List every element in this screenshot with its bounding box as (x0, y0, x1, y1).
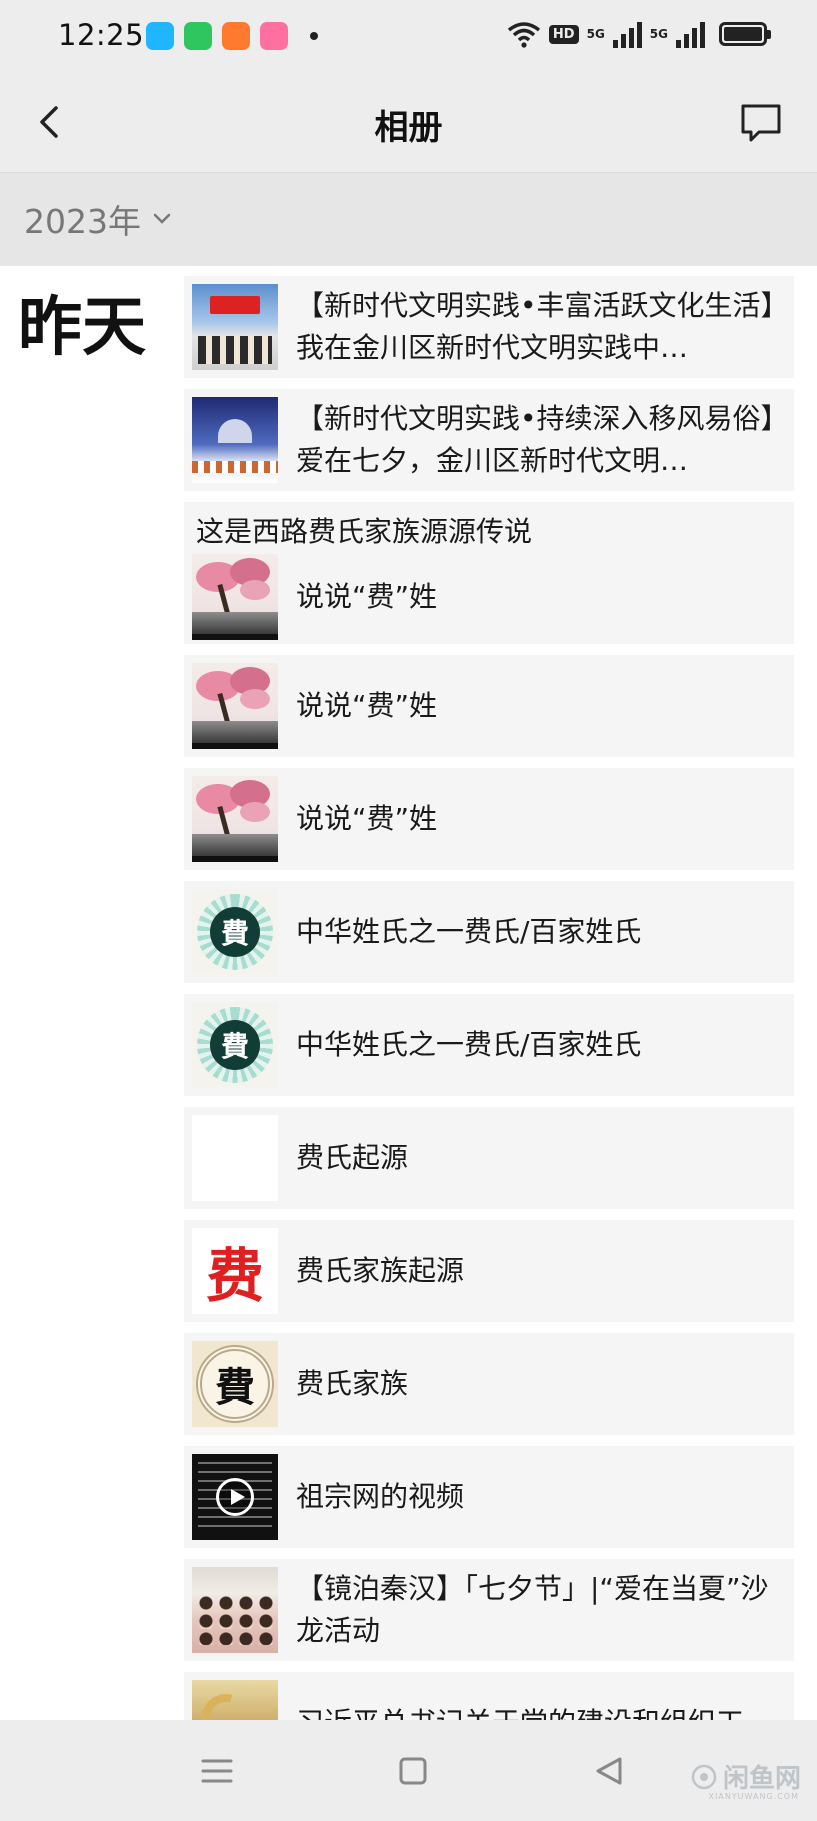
article-list: 【新时代文明实践•丰富活跃文化生活】我在金川区新时代文明实践中… 【新时代文明实… (184, 276, 794, 1720)
network-type-1: 5G (586, 27, 605, 41)
list-item[interactable]: 費 中华姓氏之一费氏/百家姓氏 (184, 881, 794, 983)
wifi-icon (507, 22, 541, 48)
message-button[interactable] (733, 94, 789, 150)
list-item[interactable]: 費 费氏家族 (184, 1333, 794, 1435)
article-thumbnail (192, 1567, 278, 1653)
article-title: 费氏家族 (296, 1367, 409, 1400)
video-thumbnail (192, 1454, 278, 1540)
chevron-down-icon (153, 213, 171, 224)
list-item[interactable]: 【新时代文明实践•丰富活跃文化生活】我在金川区新时代文明实践中… (184, 276, 794, 378)
qq-icon (146, 22, 174, 50)
article-title: 【新时代文明实践•丰富活跃文化生活】我在金川区新时代文明实践中… (296, 289, 775, 364)
article-title: 说说“费”姓 (296, 580, 438, 613)
article-thumbnail (192, 663, 278, 749)
list-item[interactable]: 说说“费”姓 (184, 768, 794, 870)
page-title: 相册 (374, 108, 443, 148)
album-list-area[interactable]: 昨天 【新时代文明实践•丰富活跃文化生活】我在金川区新时代文明实践中… 【新时代… (0, 266, 817, 1720)
triangle-back-icon (596, 1757, 622, 1785)
article-title: 说说“费”姓 (296, 689, 438, 722)
article-title: 【新时代文明实践•持续深入移风易俗】爱在七夕，金川区新时代文明… (296, 402, 775, 477)
status-bar: 12:25 HD 5G 5G (0, 0, 817, 72)
article-title: 费氏家族起源 (296, 1254, 465, 1287)
recent-apps-button[interactable] (192, 1746, 242, 1796)
bilibili-icon (260, 22, 288, 50)
thumbnail-glyph: 费 (205, 1242, 264, 1310)
list-item[interactable]: 费 费氏家族起源 (184, 1220, 794, 1322)
signal-icon (676, 20, 705, 48)
play-icon (216, 1478, 254, 1516)
thumbnail-glyph: 費 (210, 907, 260, 957)
system-back-button[interactable] (584, 1746, 634, 1796)
list-item[interactable]: 习近平总书记关于党的建设和组织工 (184, 1672, 794, 1720)
iqiyi-icon (184, 22, 212, 50)
list-item[interactable]: 这是西路费氏家族源源传说 说说“费”姓 (184, 502, 794, 644)
year-label: 2023年 (24, 202, 141, 241)
watermark: 闲鱼网 XIANYUWANG.COM (689, 1758, 801, 1801)
home-button[interactable] (388, 1746, 438, 1796)
watermark-subtext: XIANYUWANG.COM (708, 1792, 799, 1801)
menu-icon (201, 1759, 233, 1783)
network-type-2: 5G (649, 27, 668, 41)
article-thumbnail: 費 (192, 1002, 278, 1088)
article-title: 中华姓氏之一费氏/百家姓氏 (296, 915, 642, 948)
list-item[interactable]: 【新时代文明实践•持续深入移风易俗】爱在七夕，金川区新时代文明… (184, 389, 794, 491)
year-filter-bar: 2023年 (0, 172, 817, 266)
watermark-logo-icon (691, 1764, 717, 1789)
article-thumbnail: 费 (192, 1228, 278, 1314)
list-item[interactable]: 費 中华姓氏之一费氏/百家姓氏 (184, 994, 794, 1096)
notification-dot-icon (310, 32, 318, 40)
thumbnail-glyph: 費 (215, 1364, 255, 1411)
chat-bubble-icon (741, 104, 781, 142)
article-thumbnail (192, 554, 278, 640)
list-group-title: 这是西路费氏家族源源传说 (196, 515, 533, 548)
signal-icon (612, 20, 642, 48)
article-thumbnail: 費 (192, 1341, 278, 1427)
top-nav-bar: 相册 (0, 72, 817, 172)
status-app-icons (146, 22, 318, 50)
article-title: 习近平总书记关于党的建设和组织工 (296, 1702, 744, 1720)
article-thumbnail (192, 776, 278, 862)
system-navigation-bar: 闲鱼网 XIANYUWANG.COM (0, 1720, 817, 1821)
status-indicators: HD 5G 5G (507, 20, 771, 48)
list-item[interactable]: 费氏起源 (184, 1107, 794, 1209)
list-item[interactable]: 祖宗网的视频 (184, 1446, 794, 1548)
hd-badge: HD (548, 24, 579, 44)
day-group-label: 昨天 (18, 291, 146, 365)
kuaishou-icon (222, 22, 250, 50)
article-thumbnail (192, 397, 278, 483)
article-thumbnail (192, 1115, 278, 1201)
article-thumbnail (192, 1680, 278, 1720)
article-title: 费氏起源 (296, 1141, 409, 1174)
year-selector[interactable]: 2023年 (24, 195, 173, 243)
article-thumbnail: 費 (192, 889, 278, 975)
list-item[interactable]: 【镜泊秦汉】「七夕节」|“爱在当夏”沙龙活动 (184, 1559, 794, 1661)
article-title: 祖宗网的视频 (296, 1480, 465, 1513)
watermark-text: 闲鱼网 (722, 1764, 801, 1794)
thumbnail-glyph: 費 (210, 1020, 260, 1070)
list-item[interactable]: 说说“费”姓 (184, 655, 794, 757)
home-square-icon (399, 1757, 427, 1785)
article-thumbnail (192, 284, 278, 370)
article-title: 说说“费”姓 (296, 802, 438, 835)
article-title: 中华姓氏之一费氏/百家姓氏 (296, 1028, 642, 1061)
battery-icon (719, 22, 771, 46)
article-title: 【镜泊秦汉】「七夕节」|“爱在当夏”沙龙活动 (296, 1572, 769, 1647)
status-time: 12:25 (58, 18, 145, 52)
